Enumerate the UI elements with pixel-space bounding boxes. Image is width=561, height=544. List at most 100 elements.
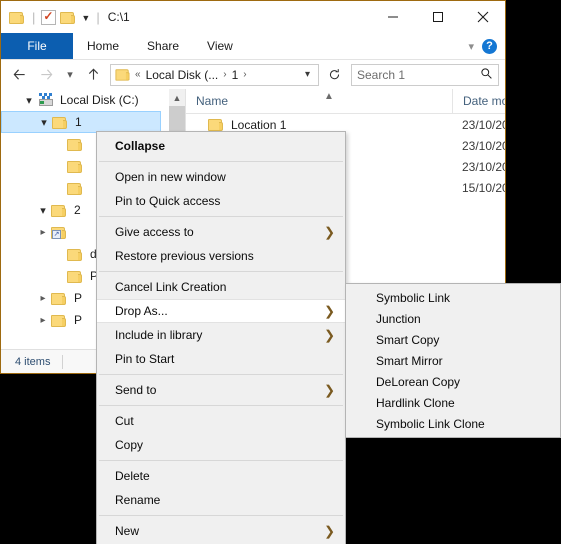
folder-icon [67,247,84,262]
minimize-button[interactable] [370,1,415,33]
twisty-closed-icon[interactable]: ▸ [35,315,51,326]
twisty-closed-icon[interactable]: ▸ [35,227,51,238]
menu-separator [99,161,343,162]
screen-root: | ▼ | C:\1 File Home [0,0,561,544]
column-header-name[interactable]: Name ▲ [186,89,452,113]
search-placeholder: Search 1 [357,67,406,82]
address-folder-icon [115,67,131,81]
chevron-down-icon[interactable]: ▾ [468,40,474,53]
breadcrumb-item-0[interactable]: Local Disk (... [144,68,221,82]
window-title: C:\1 [107,10,130,24]
shortcut-overlay-icon: ↗ [52,229,61,239]
submenu-item-smart-mirror[interactable]: Smart Mirror [346,350,560,371]
menu-separator [99,405,343,406]
refresh-icon[interactable] [323,64,345,86]
menu-item-include-in-library[interactable]: Include in library ❯ [97,323,345,347]
menu-item-cancel-link-creation[interactable]: Cancel Link Creation [97,275,345,299]
folder-icon [51,291,68,306]
menu-separator [99,515,343,516]
title-bar: | ▼ | C:\1 [1,1,505,33]
menu-item-open-in-new-window[interactable]: Open in new window [97,165,345,189]
submenu-item-hardlink-clone[interactable]: Hardlink Clone [346,392,560,413]
menu-item-new[interactable]: New ❯ [97,519,345,543]
file-date-cell: 23/10/201 [462,159,505,174]
submenu-item-symbolic-link[interactable]: Symbolic Link [346,287,560,308]
folder-icon [67,181,84,196]
tree-item-folder-1[interactable]: ▾ 1 [1,111,161,133]
submenu-item-smart-copy[interactable]: Smart Copy [346,329,560,350]
address-bar-row: ▾ « Local Disk (... › 1 › ▾ Search 1 [1,60,505,89]
twisty-closed-icon[interactable]: ▸ [35,293,51,304]
tree-item-label: 1 [75,115,82,129]
tree-item-label: Local Disk (C:) [60,93,139,107]
menu-item-copy[interactable]: Copy [97,433,345,457]
menu-item-collapse[interactable]: Collapse [97,134,345,158]
menu-item-cut[interactable]: Cut [97,409,345,433]
folder-icon[interactable] [9,10,26,25]
submenu-item-delorean-copy[interactable]: DeLorean Copy [346,371,560,392]
twisty-open-icon[interactable]: ▾ [21,94,37,107]
menu-item-label: New [115,524,140,538]
tab-home[interactable]: Home [73,33,133,59]
breadcrumb-overflow-icon[interactable]: « [132,69,144,80]
chevron-right-icon: ❯ [324,523,335,539]
breadcrumb-sep-0: › [223,69,227,80]
tab-file[interactable]: File [1,33,73,59]
menu-separator [99,460,343,461]
folder-icon [67,137,84,152]
qat-divider-1: | [32,9,36,25]
breadcrumb-sep-1[interactable]: › [240,69,249,80]
chevron-right-icon: ❯ [324,382,335,398]
help-icon[interactable]: ? [482,38,497,54]
tab-share[interactable]: Share [133,33,193,59]
menu-item-delete[interactable]: Delete [97,464,345,488]
column-header-name-label: Name [196,94,229,108]
new-folder-icon[interactable] [60,10,77,25]
recent-locations-button[interactable]: ▾ [61,63,79,87]
drive-icon [37,93,55,107]
menu-item-restore-previous-versions[interactable]: Restore previous versions [97,244,345,268]
menu-item-label: Send to [115,383,157,397]
customize-caret-icon[interactable]: ▼ [81,13,90,23]
menu-item-send-to[interactable]: Send to ❯ [97,378,345,402]
folder-icon [51,313,68,328]
search-icon[interactable] [480,67,493,83]
drop-as-submenu[interactable]: Symbolic Link Junction Smart Copy Smart … [345,283,561,438]
search-input[interactable]: Search 1 [351,63,499,86]
up-button[interactable] [81,63,106,87]
column-header-date[interactable]: Date moc [452,89,505,113]
menu-separator [99,271,343,272]
submenu-item-symbolic-link-clone[interactable]: Symbolic Link Clone [346,413,560,434]
twisty-open-icon[interactable]: ▾ [36,116,52,129]
menu-item-rename[interactable]: Rename [97,488,345,512]
chevron-right-icon: ❯ [324,327,335,343]
forward-button[interactable] [34,63,59,87]
properties-icon[interactable] [41,9,57,25]
back-button[interactable] [7,63,32,87]
file-name-cell: Location 1 [186,117,452,132]
close-button[interactable] [460,1,505,33]
scroll-up-icon[interactable]: ▲ [169,89,185,106]
maximize-button[interactable] [415,1,460,33]
submenu-item-junction[interactable]: Junction [346,308,560,329]
menu-item-pin-to-start[interactable]: Pin to Start [97,347,345,371]
tree-item-local-disk[interactable]: ▾ Local Disk (C:) [1,89,185,111]
file-date-cell: 23/10/201 [462,138,505,153]
address-dropdown-icon[interactable]: ▾ [297,69,318,80]
ribbon-tab-bar: File Home Share View ▾ ? [1,33,505,60]
menu-item-drop-as[interactable]: Drop As... ❯ [97,299,345,323]
column-header-row: Name ▲ Date moc [186,89,505,114]
folder-icon [208,117,225,132]
folder-icon [67,159,84,174]
context-menu[interactable]: Collapse Open in new window Pin to Quick… [96,131,346,544]
tree-item-label: P [74,291,83,305]
qat-divider-2: | [96,9,100,25]
tab-view[interactable]: View [193,33,247,59]
menu-item-give-access-to[interactable]: Give access to ❯ [97,220,345,244]
menu-item-pin-to-quick-access[interactable]: Pin to Quick access [97,189,345,213]
chevron-right-icon: ❯ [324,303,335,319]
status-divider [62,354,64,369]
address-input[interactable]: « Local Disk (... › 1 › ▾ [110,63,319,86]
breadcrumb-item-1[interactable]: 1 [230,68,241,82]
twisty-open-icon[interactable]: ▾ [35,204,51,217]
